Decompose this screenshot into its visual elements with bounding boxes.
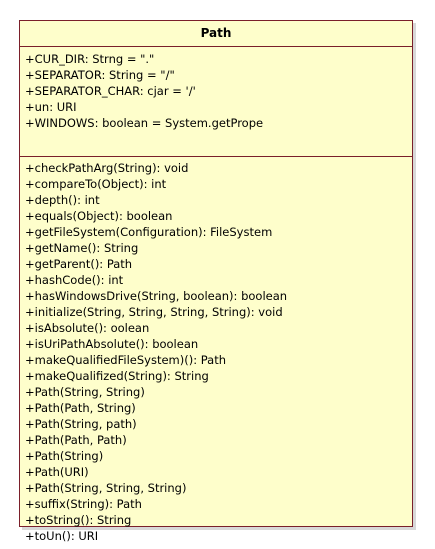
attributes-compartment: +CUR_DIR: Strng = "." +SEPARATOR: String… <box>20 47 412 157</box>
operation-path-string: +Path(String) <box>25 449 104 463</box>
operation-make-qualified: +makeQualifized(String): String <box>25 369 209 383</box>
attribute-separator: +SEPARATOR: String = "/" <box>25 68 175 82</box>
uml-class-path: Path +CUR_DIR: Strng = "." +SEPARATOR: S… <box>19 20 413 543</box>
attribute-separator-char: +SEPARATOR_CHAR: cjar = '/' <box>25 84 196 98</box>
operation-make-qualified-file-system: +makeQualifiedFileSystem)(): Path <box>25 353 226 367</box>
operations-compartment: +checkPathArg(String): void +compareTo(O… <box>20 157 412 544</box>
operation-to-un: +toUn(): URI <box>25 529 99 543</box>
operation-path-string-path: +Path(String, path) <box>25 417 137 431</box>
operation-check-path-arg: +checkPathArg(String): void <box>25 161 189 175</box>
operation-to-string: +toString(): String <box>25 513 132 527</box>
operation-suffix: +suffix(String): Path <box>25 497 142 511</box>
attribute-cur-dir: +CUR_DIR: Strng = "." <box>25 52 155 66</box>
operation-path-path-path: +Path(Path, Path) <box>25 433 127 447</box>
operation-initialize: +initialize(String, String, String, Stri… <box>25 305 283 319</box>
operation-path-uri: +Path(URI) <box>25 465 89 479</box>
operation-path-string-string-string: +Path(String, String, String) <box>25 481 187 495</box>
operation-get-name: +getName(): String <box>25 241 139 255</box>
operation-get-file-system: +getFileSystem(Configuration): FileSyste… <box>25 225 273 239</box>
operation-get-parent: +getParent(): Path <box>25 257 133 271</box>
operation-compare-to: +compareTo(Object): int <box>25 177 167 191</box>
class-name: Path <box>20 21 412 47</box>
operation-is-uri-path-absolute: +isUriPathAbsolute(): boolean <box>25 337 199 351</box>
operation-is-absolute: +isAbsolute(): oolean <box>25 321 150 335</box>
operation-path-string-string: +Path(String, String) <box>25 385 145 399</box>
operation-hash-code: +hashCode(): int <box>25 273 124 287</box>
operation-has-windows-drive: +hasWindowsDrive(String, boolean): boole… <box>25 289 288 303</box>
operation-path-path-string: +Path(Path, String) <box>25 401 136 415</box>
attribute-windows: +WINDOWS: boolean = System.getPrope <box>25 116 264 130</box>
operation-depth: +depth(): int <box>25 193 100 207</box>
attribute-un: +un: URI <box>25 100 77 114</box>
operation-equals: +equals(Object): boolean <box>25 209 173 223</box>
